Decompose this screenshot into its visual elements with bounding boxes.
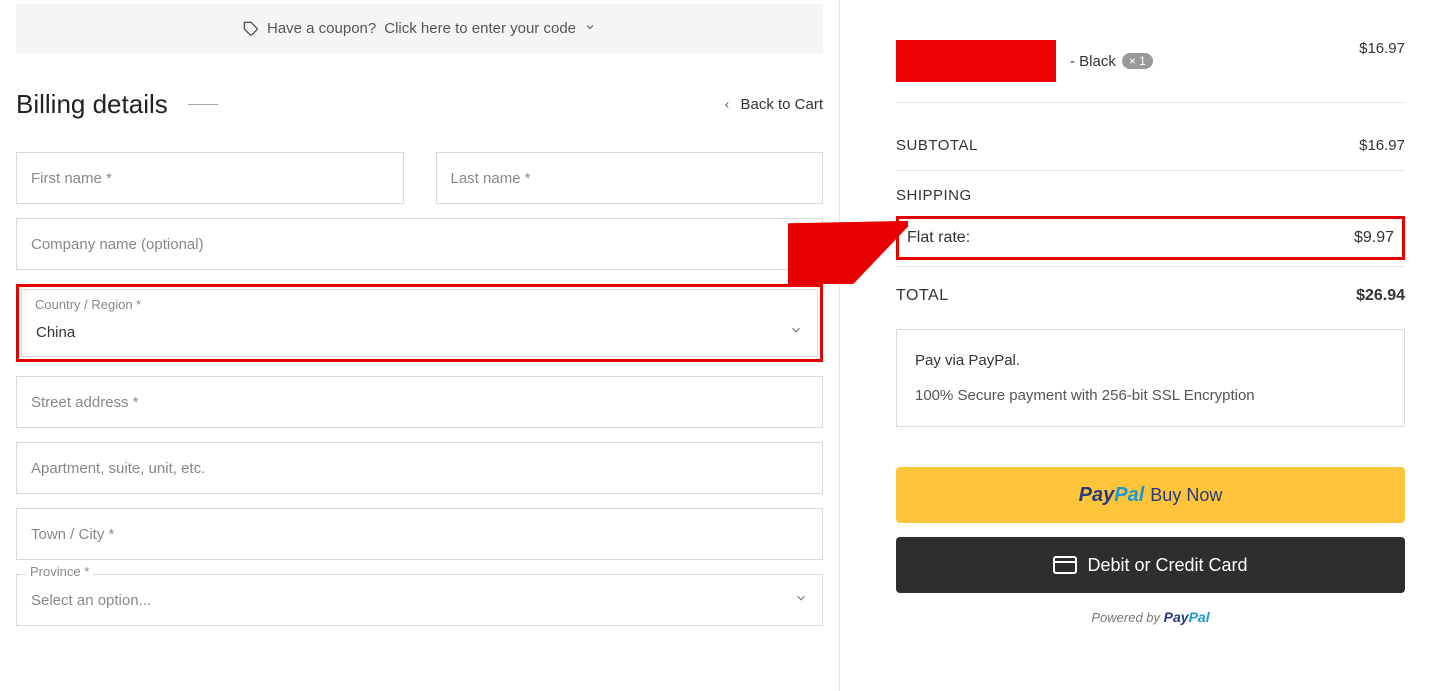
total-label: TOTAL (896, 287, 949, 305)
shipping-highlight-annotation: Flat rate: $9.97 (896, 216, 1405, 260)
paypal-buy-now-button[interactable]: PayPal Buy Now (896, 467, 1405, 523)
redacted-product-image (896, 40, 1056, 82)
flat-rate-value: $9.97 (1354, 229, 1394, 247)
card-icon (1053, 556, 1077, 574)
subtotal-value: $16.97 (1359, 137, 1405, 154)
coupon-action-link[interactable]: Click here to enter your code (384, 20, 576, 37)
subtotal-label: SUBTOTAL (896, 137, 978, 154)
debit-credit-card-button[interactable]: Debit or Credit Card (896, 537, 1405, 593)
flat-rate-label: Flat rate: (907, 229, 970, 247)
product-variant: - Black (1070, 53, 1116, 70)
powered-by-text: Powered by PayPal (896, 609, 1405, 625)
chevron-down-icon (789, 323, 803, 341)
paypal-logo: PayPal (1079, 484, 1145, 507)
apartment-input[interactable] (16, 442, 823, 494)
quantity-badge: × 1 (1122, 53, 1153, 69)
chevron-down-icon (794, 591, 808, 609)
company-input[interactable] (16, 218, 823, 270)
country-highlight-annotation: Country / Region * China (16, 284, 823, 362)
last-name-input[interactable] (436, 152, 824, 204)
city-input[interactable] (16, 508, 823, 560)
cart-item: - Black × 1 $16.97 (896, 40, 1405, 103)
payment-security-text: 100% Secure payment with 256-bit SSL Enc… (915, 387, 1386, 404)
payment-method-text: Pay via PayPal. (915, 352, 1386, 369)
street-address-input[interactable] (16, 376, 823, 428)
tag-icon (243, 21, 259, 37)
first-name-input[interactable] (16, 152, 404, 204)
back-to-cart-link[interactable]: Back to Cart (722, 96, 823, 113)
total-value: $26.94 (1356, 287, 1405, 305)
shipping-label: SHIPPING (896, 187, 972, 204)
country-select[interactable]: China (21, 289, 818, 357)
product-price: $16.97 (1359, 40, 1405, 57)
coupon-banner[interactable]: Have a coupon? Click here to enter your … (16, 4, 823, 53)
payment-info-box: Pay via PayPal. 100% Secure payment with… (896, 329, 1405, 427)
billing-title: Billing details (16, 89, 218, 120)
province-label: Province * (26, 564, 93, 579)
coupon-prompt: Have a coupon? (267, 20, 376, 37)
chevron-down-icon (584, 20, 596, 37)
province-select[interactable]: Select an option... (16, 574, 823, 626)
